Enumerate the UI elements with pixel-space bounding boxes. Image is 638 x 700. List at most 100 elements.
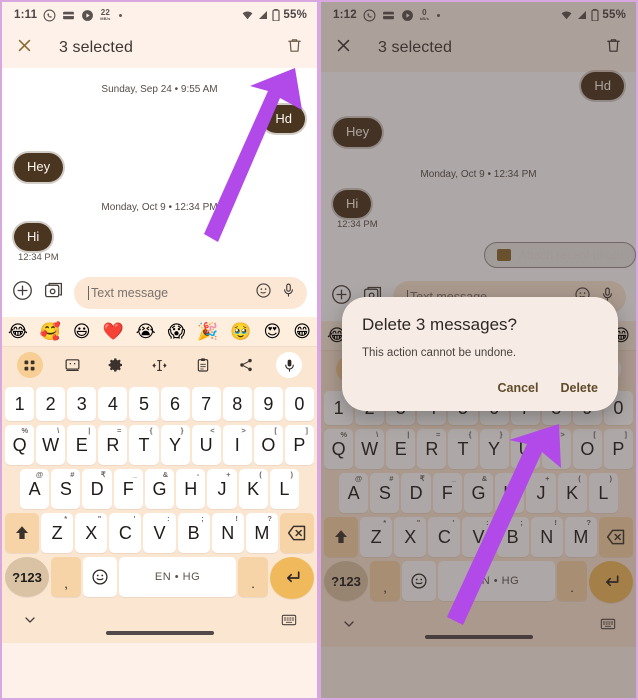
key-p[interactable]: ] P	[284, 425, 314, 465]
keyboard-toolbar	[2, 347, 317, 383]
emoji-icon[interactable]	[83, 557, 117, 597]
key-b[interactable]: ; B	[177, 513, 210, 553]
shift-icon[interactable]	[5, 513, 39, 553]
key-i[interactable]: > I	[222, 425, 252, 465]
key-sup: ;	[201, 514, 204, 523]
key-x[interactable]: " X	[75, 513, 108, 553]
key-8[interactable]: 8	[222, 387, 252, 421]
key-4[interactable]: 4	[98, 387, 128, 421]
key-z[interactable]: * Z	[41, 513, 74, 553]
message-row[interactable]: Hd	[14, 105, 305, 134]
key-h[interactable]: -H	[176, 469, 206, 509]
message-row[interactable]: Hey	[14, 153, 305, 182]
key-j[interactable]: + J	[207, 469, 237, 509]
key-7[interactable]: 7	[191, 387, 221, 421]
emoji-suggestion[interactable]: 😂	[8, 322, 28, 342]
key-sup: !	[235, 514, 238, 523]
key-3[interactable]: 3	[67, 387, 97, 421]
text-message-field[interactable]: Text message	[74, 277, 307, 309]
key-n[interactable]: ! N	[211, 513, 244, 553]
emoji-suggestion[interactable]: 😁	[293, 322, 311, 342]
key-t[interactable]: {T	[129, 425, 159, 465]
key-l[interactable]: ) L	[269, 469, 299, 509]
space-key[interactable]: EN • HG	[119, 557, 236, 597]
key-g[interactable]: & G	[144, 469, 175, 509]
key-5[interactable]: 5	[129, 387, 159, 421]
key-label: A	[28, 478, 41, 499]
key-9[interactable]: 9	[253, 387, 283, 421]
gallery-icon[interactable]	[43, 280, 64, 306]
key-label: O	[261, 434, 276, 455]
plus-circle-icon[interactable]	[12, 280, 33, 306]
composer-placeholder: Text message	[91, 286, 169, 300]
key-k[interactable]: (K	[238, 469, 268, 509]
emoji-suggestion[interactable]: 🥹	[230, 322, 251, 342]
emoji-suggestion[interactable]: 🎉	[197, 322, 218, 342]
message-bubble[interactable]: Hi	[14, 222, 53, 251]
close-icon[interactable]	[16, 37, 33, 59]
emoji-suggestion[interactable]: 😭	[136, 322, 156, 342]
message-bubble[interactable]: Hey	[14, 153, 64, 182]
key-6[interactable]: 6	[160, 387, 190, 421]
keyboard-icon[interactable]	[281, 613, 297, 632]
period-key[interactable]: .	[238, 557, 268, 597]
emoji-suggestion[interactable]: 😱	[168, 322, 186, 342]
key-w[interactable]: \ W	[36, 425, 66, 465]
key-r[interactable]: = R	[98, 425, 128, 465]
chevron-down-icon[interactable]	[22, 612, 38, 633]
key-label: C	[118, 522, 132, 543]
more-dot-icon	[118, 13, 122, 17]
emoji-icon[interactable]	[255, 282, 272, 304]
clipboard-icon[interactable]	[190, 352, 216, 378]
trash-icon[interactable]	[286, 37, 303, 59]
sticker-icon[interactable]	[60, 352, 86, 378]
delete-button[interactable]: Delete	[560, 381, 598, 395]
key-d[interactable]: ₹ D	[82, 469, 112, 509]
text-edit-icon[interactable]	[146, 352, 172, 378]
battery-percent: 55%	[283, 9, 307, 21]
key-y[interactable]: } Y	[160, 425, 190, 465]
emoji-suggestion[interactable]: ❤️	[103, 322, 124, 342]
key-q[interactable]: % Q	[5, 425, 35, 465]
key-f[interactable]: _ F	[113, 469, 143, 509]
emoji-suggestion[interactable]: 😍	[264, 322, 282, 342]
key-label: J	[217, 478, 227, 499]
comma-key[interactable]: ,	[51, 557, 81, 597]
key-s[interactable]: # S	[51, 469, 81, 509]
emoji-suggestion[interactable]: 😃	[73, 322, 91, 342]
message-row[interactable]: Hi	[14, 222, 305, 251]
key-o[interactable]: [O	[253, 425, 283, 465]
key-label: I	[234, 434, 240, 455]
enter-icon[interactable]	[270, 557, 314, 599]
key-e[interactable]: | E	[67, 425, 97, 465]
message-bubble[interactable]: Hd	[262, 105, 305, 134]
mic-icon[interactable]	[276, 352, 303, 378]
date-divider: Monday, Oct 9 • 12:34 PM	[101, 201, 218, 213]
status-bar: 1:11 22 MB/s 55%	[2, 2, 317, 28]
share-icon[interactable]	[233, 352, 259, 378]
key-u[interactable]: < U	[191, 425, 221, 465]
key-sup: _	[132, 470, 137, 479]
key-1[interactable]: 1	[5, 387, 35, 421]
apps-grid-icon[interactable]	[16, 352, 43, 378]
key-label: V	[153, 522, 166, 543]
key-sup: +	[226, 470, 231, 479]
home-indicator[interactable]	[105, 631, 214, 635]
backspace-icon[interactable]	[279, 513, 314, 553]
key-label: H	[184, 478, 198, 499]
key-2[interactable]: 2	[36, 387, 66, 421]
key-c[interactable]: ' C	[109, 513, 142, 553]
key-0[interactable]: 0	[284, 387, 314, 421]
emoji-suggestion[interactable]: 🥰	[40, 322, 61, 342]
cancel-button[interactable]: Cancel	[497, 381, 538, 395]
key-m[interactable]: ? M	[245, 513, 278, 553]
gear-icon[interactable]	[103, 352, 129, 378]
key-sup: ?	[267, 514, 272, 523]
symbols-key[interactable]: ?123	[5, 557, 49, 597]
key-a[interactable]: @ A	[20, 469, 50, 509]
conversation-area: Sunday, Sep 24 • 9:55 AM Hd Hey Monday, …	[2, 68, 317, 271]
key-label: G	[152, 478, 167, 499]
key-v[interactable]: :V	[143, 513, 176, 553]
key-label: L	[279, 478, 290, 499]
mic-icon[interactable]	[280, 282, 297, 304]
